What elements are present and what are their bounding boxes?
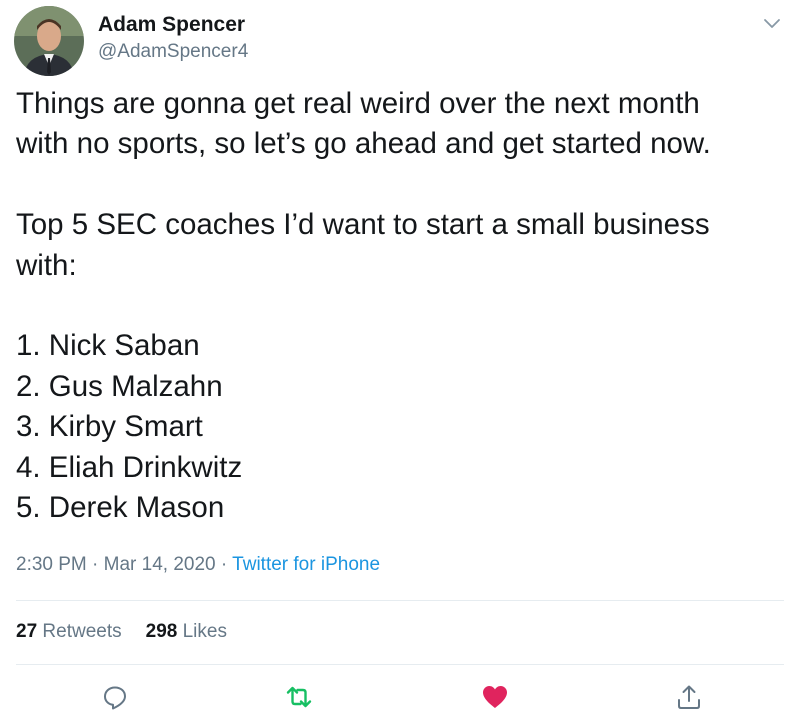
divider — [16, 664, 784, 665]
avatar[interactable] — [14, 6, 84, 76]
retweet-button[interactable] — [284, 682, 314, 712]
retweets-stat[interactable]: 27 Retweets — [16, 621, 122, 642]
tweet-text: Things are gonna get real weird over the… — [16, 84, 786, 528]
tweet-text-line: Top 5 SEC coaches I’d want to start a sm… — [16, 208, 710, 242]
meta-separator: · — [92, 554, 99, 575]
like-button[interactable] — [480, 682, 510, 712]
list-item: 4. Eliah Drinkwitz — [16, 450, 243, 484]
tweet-meta: 2:30 PM · Mar 14, 2020 · Twitter for iPh… — [16, 552, 380, 578]
list-item: 3. Kirby Smart — [16, 410, 203, 444]
retweets-label: Retweets — [42, 621, 122, 642]
likes-label: Likes — [182, 621, 227, 642]
author-name[interactable]: Adam Spencer — [98, 12, 245, 38]
tweet-stats: 27 Retweets 298 Likes — [16, 619, 227, 645]
chevron-down-icon[interactable] — [760, 12, 784, 36]
reply-button[interactable] — [100, 682, 130, 712]
share-icon — [678, 685, 700, 709]
list-item: 2. Gus Malzahn — [16, 369, 223, 403]
list-item: 5. Derek Mason — [16, 491, 225, 525]
likes-count: 298 — [145, 621, 178, 642]
tweet-text-line: with: — [16, 248, 77, 282]
retweet-icon — [286, 686, 312, 708]
author-handle[interactable]: @AdamSpencer4 — [98, 40, 248, 64]
reply-icon — [104, 686, 126, 710]
divider — [16, 600, 784, 601]
tweet-text-line: with no sports, so let’s go ahead and ge… — [16, 127, 711, 161]
tweet-source-link[interactable]: Twitter for iPhone — [232, 554, 380, 575]
tweet-card: Adam Spencer @AdamSpencer4 Things are go… — [0, 0, 800, 726]
tweet-text-line: Things are gonna get real weird over the… — [16, 87, 700, 120]
likes-stat[interactable]: 298 Likes — [146, 621, 227, 642]
share-button[interactable] — [674, 682, 704, 712]
heart-icon — [483, 686, 507, 708]
avatar-image — [14, 6, 84, 76]
list-item: 1. Nick Saban — [16, 329, 200, 363]
meta-separator: · — [220, 554, 228, 575]
retweets-count: 27 — [16, 621, 38, 642]
tweet-time: 2:30 PM — [16, 554, 87, 575]
tweet-timestamp[interactable]: 2:30 PM · Mar 14, 2020 — [16, 554, 216, 575]
tweet-date: Mar 14, 2020 — [103, 554, 216, 575]
